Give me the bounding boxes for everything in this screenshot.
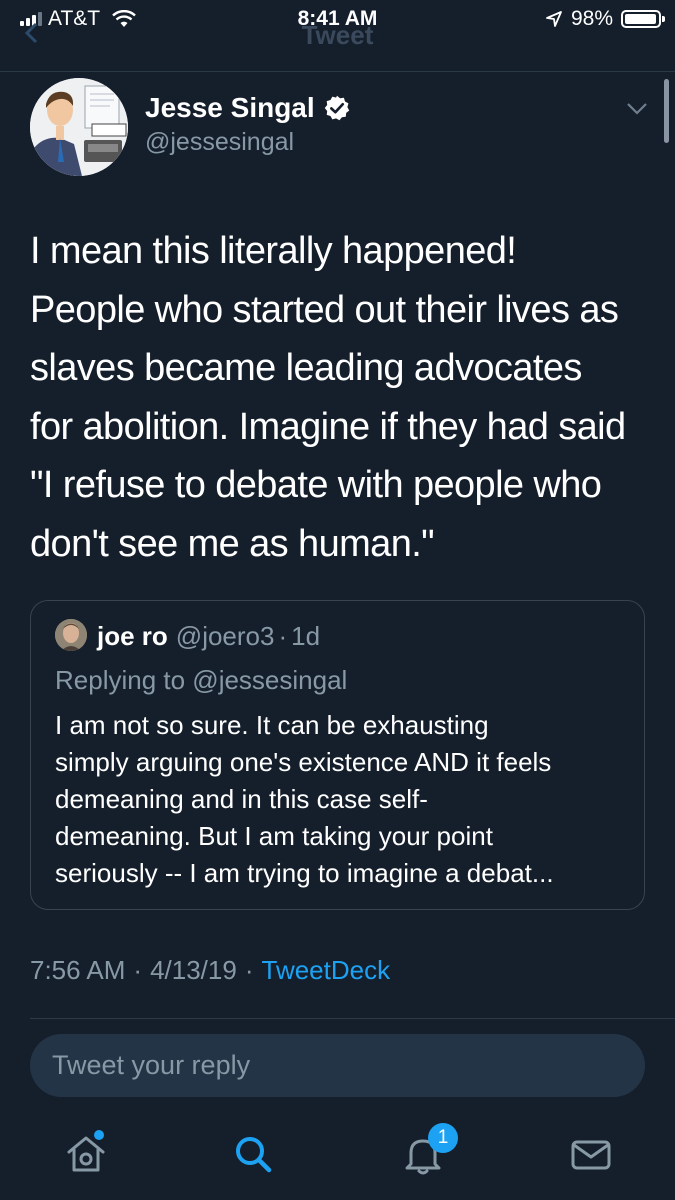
status-bar: AT&T Tweet 8:41 AM 98%	[0, 0, 675, 50]
author-avatar[interactable]	[30, 78, 128, 176]
quoted-separator: ·	[278, 621, 288, 651]
meta-divider	[30, 1018, 675, 1019]
author-name[interactable]: Jesse Singal	[145, 92, 315, 124]
quoted-author-handle: @joero3	[175, 621, 275, 651]
meta-separator-1: ·	[133, 955, 143, 985]
messages-envelope-icon[interactable]	[569, 1132, 613, 1176]
status-right: 98%	[545, 7, 665, 31]
battery-percent: 98%	[570, 7, 613, 30]
chevron-down-icon[interactable]	[626, 102, 648, 116]
home-notification-dot	[94, 1130, 104, 1140]
search-icon[interactable]	[231, 1132, 275, 1176]
quoted-replying-to: Replying to @jessesingal	[55, 665, 348, 695]
tweet-meta: 7:56 AM · 4/13/19 · TweetDeck	[30, 955, 390, 986]
location-arrow-icon	[546, 11, 562, 27]
author-name-row[interactable]: Jesse Singal	[145, 92, 351, 124]
reply-input[interactable]: Tweet your reply	[30, 1034, 645, 1097]
reply-placeholder: Tweet your reply	[52, 1050, 251, 1080]
quoted-tweet-card[interactable]: joe ro @joero3 · 1d Replying to @jessesi…	[30, 600, 645, 910]
tweet-time: 7:56 AM	[30, 955, 126, 985]
battery-fill	[625, 14, 656, 24]
quoted-avatar-photo	[55, 619, 87, 651]
quoted-header: joe ro @joero3 · 1d	[97, 621, 320, 652]
quoted-author-name: joe ro	[97, 621, 168, 651]
meta-separator-2: ·	[244, 955, 254, 985]
tweet-text: I mean this literally happened! People w…	[30, 230, 626, 565]
tweet-source-link[interactable]: TweetDeck	[262, 955, 391, 986]
quoted-author-avatar	[55, 619, 87, 651]
notification-badge: 1	[428, 1123, 458, 1153]
battery-icon	[621, 10, 665, 28]
scrollbar[interactable]	[664, 79, 669, 143]
avatar-illustration	[30, 78, 128, 176]
verified-badge-icon	[324, 95, 349, 121]
author-handle[interactable]: @jessesingal	[145, 128, 294, 157]
header-divider	[0, 71, 675, 72]
quoted-age: 1d	[291, 621, 321, 651]
tweet-date: 4/13/19	[150, 955, 237, 985]
quoted-tweet-text: I am not so sure. It can be exhausting s…	[55, 710, 554, 888]
